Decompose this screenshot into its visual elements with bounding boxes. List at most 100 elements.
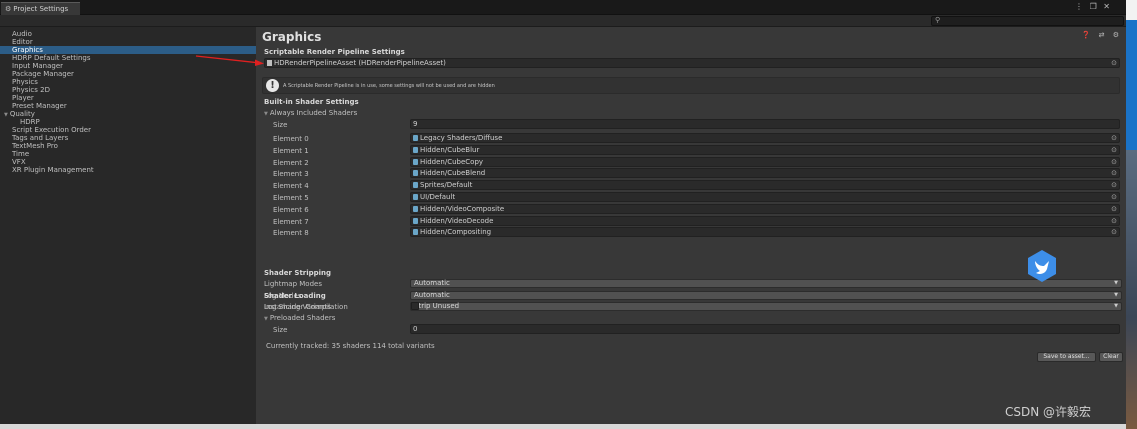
preloaded-size-field[interactable]: 0 <box>410 324 1120 334</box>
tab-label: Project Settings <box>13 5 69 13</box>
preloaded-size-value: 0 <box>413 325 418 333</box>
shader-field[interactable]: Hidden/CubeBlend ⊙ <box>410 168 1120 179</box>
foldout-triangle-icon: ▼ <box>264 111 268 117</box>
log-compilation-label: Log Shader Compilation <box>264 303 348 311</box>
preloaded-size-label: Size <box>273 326 288 334</box>
shader-field[interactable]: Hidden/Compositing ⊙ <box>410 227 1120 238</box>
sidebar-item[interactable]: Player <box>0 94 256 102</box>
element-label: Element 3 <box>273 170 309 179</box>
foldout-triangle-icon: ▼ <box>4 112 8 118</box>
shader-value: Hidden/VideoDecode <box>420 216 494 225</box>
stripping-dropdown[interactable]: Automatic ▼ <box>410 279 1122 288</box>
clear-button[interactable]: Clear <box>1099 352 1123 362</box>
sidebar-item[interactable]: Physics <box>0 78 256 86</box>
always-included-foldout[interactable]: ▼ Always Included Shaders <box>264 109 357 117</box>
sidebar-item[interactable]: Tags and Layers <box>0 134 256 142</box>
shader-field[interactable]: Sprites/Default ⊙ <box>410 180 1120 191</box>
stripping-heading: Shader Stripping <box>264 269 332 277</box>
tab-project-settings[interactable]: ⚙ Project Settings <box>1 2 80 15</box>
object-picker-icon[interactable]: ⊙ <box>1111 134 1117 142</box>
loading-heading: Shader Loading <box>264 292 326 300</box>
page-title: Graphics <box>262 30 322 44</box>
sidebar-item[interactable]: XR Plugin Management <box>0 166 256 174</box>
sidebar-item[interactable]: Package Manager <box>0 70 256 78</box>
sidebar-item-label: Input Manager <box>12 62 64 70</box>
search-input[interactable] <box>944 17 1119 25</box>
shader-field[interactable]: UI/Default ⊙ <box>410 192 1120 202</box>
window-controls[interactable]: ⋮ ❐ ✕ <box>1075 2 1112 11</box>
shader-value: Sprites/Default <box>420 181 473 190</box>
shader-value: Hidden/VideoComposite <box>420 204 505 213</box>
sidebar-item-label: VFX <box>12 158 26 166</box>
always-included-label: Always Included Shaders <box>269 109 358 117</box>
element-label: Element 2 <box>273 158 309 167</box>
shader-field[interactable]: Hidden/CubeCopy ⊙ <box>410 156 1120 167</box>
gear-icon: ⚙ <box>5 5 12 13</box>
sidebar-item[interactable]: Preset Manager <box>0 102 256 110</box>
shader-icon <box>413 194 418 200</box>
object-picker-icon[interactable]: ⊙ <box>1111 146 1117 154</box>
srp-asset-field[interactable]: HDRenderPipelineAsset (HDRenderPipelineA… <box>264 58 1120 68</box>
shader-field[interactable]: Hidden/CubeBlur ⊙ <box>410 144 1120 155</box>
shader-value: Legacy Shaders/Diffuse <box>420 134 503 142</box>
element-label: Element 8 <box>273 229 309 238</box>
sidebar-item-label: HDRP <box>20 118 40 126</box>
stripping-dropdown[interactable]: Strip Unused ▼ <box>410 302 1122 311</box>
srp-heading: Scriptable Render Pipeline Settings <box>264 48 405 56</box>
sidebar-item[interactable]: ▼ Quality <box>0 110 256 118</box>
shader-field[interactable]: Hidden/VideoComposite ⊙ <box>410 203 1120 214</box>
size-field[interactable]: 9 <box>410 119 1120 129</box>
search-icon: ⚲ <box>935 16 941 24</box>
sidebar-item[interactable]: Graphics <box>0 46 256 54</box>
sidebar-item-label: Editor <box>12 38 33 46</box>
object-picker-icon[interactable]: ⊙ <box>1111 169 1117 177</box>
element-label: Element 1 <box>273 146 309 155</box>
object-picker-icon[interactable]: ⊙ <box>1111 181 1117 189</box>
sidebar-item-label: Preset Manager <box>12 102 67 110</box>
sidebar-item-label: Quality <box>9 110 35 118</box>
shader-field[interactable]: Hidden/VideoDecode ⊙ <box>410 215 1120 226</box>
sidebar-item[interactable]: Time <box>0 150 256 158</box>
sidebar-item[interactable]: Input Manager <box>0 62 256 70</box>
toolbar: ⚲ <box>0 15 1126 27</box>
sidebar-item[interactable]: Editor <box>0 38 256 46</box>
dropdown-value: Strip Unused <box>414 302 460 310</box>
bird-logo-icon <box>1028 250 1056 282</box>
tab-bar: ⚙ Project Settings ⋮ ❐ ✕ <box>0 0 1126 15</box>
object-picker-icon[interactable]: ⊙ <box>1111 193 1117 201</box>
sidebar-item-label: Script Execution Order <box>12 126 91 134</box>
sidebar-item[interactable]: HDRP Default Settings <box>0 54 256 62</box>
sidebar-item[interactable]: Audio <box>0 30 256 38</box>
sidebar-item-label: Time <box>12 150 30 158</box>
element-label: Element 5 <box>273 194 309 202</box>
object-picker-icon[interactable]: ⊙ <box>1111 158 1117 166</box>
header-icons[interactable]: ❓ ⇄ ⚙ <box>1082 31 1122 39</box>
preloaded-label: Preloaded Shaders <box>269 314 336 322</box>
search-box[interactable]: ⚲ <box>931 16 1124 26</box>
shader-field[interactable]: Legacy Shaders/Diffuse ⊙ <box>410 133 1120 143</box>
save-to-asset-button[interactable]: Save to asset... <box>1037 352 1096 362</box>
object-picker-icon[interactable]: ⊙ <box>1111 228 1117 236</box>
sidebar-item-label: HDRP Default Settings <box>12 54 91 62</box>
preloaded-foldout[interactable]: ▼ Preloaded Shaders <box>264 314 335 322</box>
object-picker-icon[interactable]: ⊙ <box>1111 217 1117 225</box>
sidebar-item-label: Tags and Layers <box>12 134 69 142</box>
shader-value: Hidden/Compositing <box>420 228 492 237</box>
sidebar-item-label: Audio <box>12 30 32 38</box>
stripping-dropdown[interactable]: Automatic ▼ <box>410 290 1122 300</box>
sidebar-item-label: Graphics <box>12 46 43 54</box>
sidebar-item[interactable]: HDRP <box>0 118 256 126</box>
object-picker-icon[interactable]: ⊙ <box>1111 59 1117 67</box>
sidebar-item[interactable]: Script Execution Order <box>0 126 256 134</box>
shader-icon <box>413 170 418 177</box>
sidebar-item-label: Player <box>12 94 34 102</box>
sidebar-item[interactable]: Physics 2D <box>0 86 256 94</box>
shader-icon <box>413 205 418 212</box>
dropdown-value: Automatic <box>414 290 450 299</box>
log-compilation-checkbox[interactable] <box>411 302 419 310</box>
sidebar-item[interactable]: VFX <box>0 158 256 166</box>
sidebar-item[interactable]: TextMesh Pro <box>0 142 256 150</box>
watermark: CSDN @许毅宏 <box>1005 405 1092 419</box>
object-picker-icon[interactable]: ⊙ <box>1111 205 1117 213</box>
sidebar-item-label: Physics <box>12 78 38 86</box>
